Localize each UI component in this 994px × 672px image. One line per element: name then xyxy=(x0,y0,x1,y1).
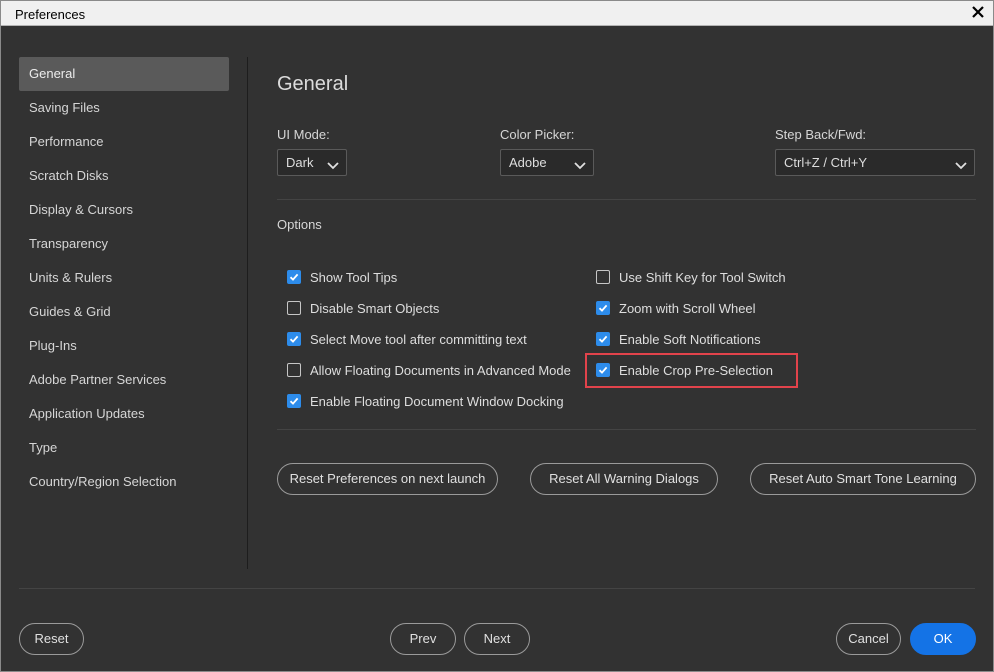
allow-floating-documents-checkbox[interactable]: Allow Floating Documents in Advanced Mod… xyxy=(287,361,571,379)
disable-smart-objects-checkbox[interactable]: Disable Smart Objects xyxy=(287,299,439,317)
ui-mode-label: UI Mode: xyxy=(277,127,330,142)
sidebar-item-type[interactable]: Type xyxy=(19,431,229,465)
checkbox-checked-icon xyxy=(287,270,301,284)
sidebar-item-guides-grid[interactable]: Guides & Grid xyxy=(19,295,229,329)
color-picker-label: Color Picker: xyxy=(500,127,575,142)
next-button[interactable]: Next xyxy=(464,623,530,655)
prev-button[interactable]: Prev xyxy=(390,623,456,655)
checkbox-unchecked-icon xyxy=(596,270,610,284)
preferences-window: Preferences General Saving Files Perform… xyxy=(0,0,994,672)
step-back-value: Ctrl+Z / Ctrl+Y xyxy=(784,155,868,170)
sidebar-divider xyxy=(247,57,248,569)
sidebar: General Saving Files Performance Scratch… xyxy=(19,57,229,499)
sidebar-item-general[interactable]: General xyxy=(19,57,229,91)
window-title: Preferences xyxy=(15,7,86,22)
checkbox-label: Use Shift Key for Tool Switch xyxy=(619,269,786,285)
checkbox-checked-icon xyxy=(596,301,610,315)
sidebar-item-application-updates[interactable]: Application Updates xyxy=(19,397,229,431)
use-shift-key-checkbox[interactable]: Use Shift Key for Tool Switch xyxy=(596,268,786,286)
cancel-button[interactable]: Cancel xyxy=(836,623,901,655)
reset-button[interactable]: Reset xyxy=(19,623,84,655)
checkbox-label: Allow Floating Documents in Advanced Mod… xyxy=(310,362,571,378)
enable-soft-notifications-checkbox[interactable]: Enable Soft Notifications xyxy=(596,330,761,348)
checkbox-label: Zoom with Scroll Wheel xyxy=(619,300,756,316)
show-tool-tips-checkbox[interactable]: Show Tool Tips xyxy=(287,268,397,286)
title-bar: Preferences xyxy=(1,1,993,26)
close-icon[interactable] xyxy=(969,3,987,21)
sidebar-item-country-region[interactable]: Country/Region Selection xyxy=(19,465,229,499)
section-divider xyxy=(277,429,976,430)
chevron-down-icon xyxy=(573,155,587,170)
ui-mode-value: Dark xyxy=(286,155,314,170)
color-picker-dropdown[interactable]: Adobe xyxy=(500,149,594,176)
reset-smart-tone-button[interactable]: Reset Auto Smart Tone Learning xyxy=(750,463,976,495)
sidebar-item-scratch-disks[interactable]: Scratch Disks xyxy=(19,159,229,193)
sidebar-item-plug-ins[interactable]: Plug-Ins xyxy=(19,329,229,363)
checkbox-unchecked-icon xyxy=(287,301,301,315)
step-back-label: Step Back/Fwd: xyxy=(775,127,867,142)
sidebar-item-performance[interactable]: Performance xyxy=(19,125,229,159)
reset-preferences-button[interactable]: Reset Preferences on next launch xyxy=(277,463,498,495)
color-picker-value: Adobe xyxy=(509,155,547,170)
checkbox-checked-icon xyxy=(287,394,301,408)
highlight-box xyxy=(585,353,798,388)
ok-button[interactable]: OK xyxy=(910,623,976,655)
checkbox-label: Enable Soft Notifications xyxy=(619,331,761,347)
page-title: General xyxy=(277,73,349,95)
chevron-down-icon xyxy=(326,155,340,170)
reset-warning-dialogs-button[interactable]: Reset All Warning Dialogs xyxy=(530,463,718,495)
section-divider xyxy=(277,199,976,200)
step-back-dropdown[interactable]: Ctrl+Z / Ctrl+Y xyxy=(775,149,975,176)
sidebar-item-display-cursors[interactable]: Display & Cursors xyxy=(19,193,229,227)
checkbox-label: Select Move tool after committing text xyxy=(310,331,527,347)
ui-mode-dropdown[interactable]: Dark xyxy=(277,149,347,176)
checkbox-label: Disable Smart Objects xyxy=(310,300,440,316)
dialog-content: General Saving Files Performance Scratch… xyxy=(1,27,993,671)
checkbox-checked-icon xyxy=(596,332,610,346)
checkbox-checked-icon xyxy=(287,332,301,346)
sidebar-item-saving-files[interactable]: Saving Files xyxy=(19,91,229,125)
zoom-scroll-wheel-checkbox[interactable]: Zoom with Scroll Wheel xyxy=(596,299,756,317)
sidebar-item-adobe-partner-services[interactable]: Adobe Partner Services xyxy=(19,363,229,397)
checkbox-unchecked-icon xyxy=(287,363,301,377)
checkbox-label: Show Tool Tips xyxy=(310,269,398,285)
checkbox-label: Enable Floating Document Window Docking xyxy=(310,393,564,409)
sidebar-item-transparency[interactable]: Transparency xyxy=(19,227,229,261)
options-heading: Options xyxy=(277,217,322,232)
enable-floating-docking-checkbox[interactable]: Enable Floating Document Window Docking xyxy=(287,392,564,410)
footer-divider xyxy=(19,588,975,589)
chevron-down-icon xyxy=(954,155,968,170)
sidebar-item-units-rulers[interactable]: Units & Rulers xyxy=(19,261,229,295)
select-move-tool-checkbox[interactable]: Select Move tool after committing text xyxy=(287,330,527,348)
